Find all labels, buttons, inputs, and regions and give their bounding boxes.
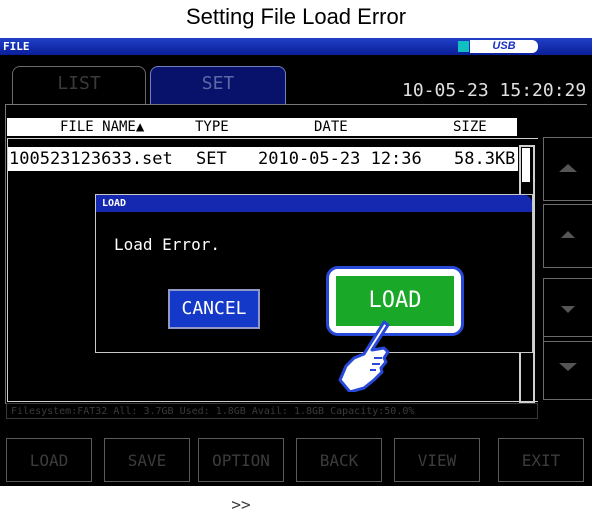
usb-icon (458, 41, 469, 52)
cancel-button[interactable]: CANCEL (168, 289, 260, 329)
scroll-up-button[interactable] (543, 204, 592, 268)
column-type[interactable]: TYPE (195, 118, 229, 136)
file-type-cell: SET (196, 149, 227, 169)
page-up-button[interactable] (543, 137, 592, 201)
file-date-cell: 2010-05-23 12:36 (258, 149, 422, 169)
file-size-cell: 58.3KB (454, 149, 516, 169)
tab-set[interactable]: SET (150, 66, 286, 105)
file-name-cell: 100523123633.set (9, 149, 173, 169)
footer-save-button[interactable]: SAVE (104, 438, 190, 482)
filesystem-status: Filesystem:FAT32 All: 3.7GB Used: 1.8GB … (6, 403, 538, 419)
footer-load-button[interactable]: LOAD (6, 438, 92, 482)
double-down-icon (559, 363, 577, 371)
footer-option-button[interactable]: OPTION >> (198, 438, 284, 514)
column-file-name[interactable]: FILE NAME▲ (60, 118, 144, 136)
file-row[interactable]: 100523123633.set SET 2010-05-23 12:36 58… (8, 147, 518, 171)
page-down-button[interactable] (543, 336, 592, 400)
down-icon (561, 306, 575, 313)
footer-back-button[interactable]: BACK (296, 438, 382, 482)
usb-label: USB (470, 40, 538, 53)
column-date[interactable]: DATE (314, 118, 348, 136)
title-bar: FILE USB (0, 38, 592, 55)
dialog-title: LOAD (102, 198, 127, 209)
dialog-message: Load Error. (114, 235, 220, 254)
scroll-down-button[interactable] (543, 278, 592, 342)
scrollbar-thumb[interactable] (522, 148, 530, 182)
double-up-icon (559, 164, 577, 172)
clock: 10-05-23 15:20:29 (402, 80, 587, 101)
tab-list[interactable]: LIST (12, 66, 146, 105)
panel-left-border (5, 104, 6, 404)
tab-divider (5, 104, 587, 105)
up-icon (561, 231, 575, 238)
dialog-title-bar: LOAD (96, 195, 532, 212)
hand-pointer-icon (338, 320, 390, 392)
load-dialog: LOAD Load Error. CANCEL LOAD (95, 194, 533, 353)
column-size[interactable]: SIZE (453, 118, 487, 136)
usb-indicator: USB (458, 40, 540, 53)
footer-exit-button[interactable]: EXIT (498, 438, 584, 482)
page-caption: Setting File Load Error (185, 4, 407, 29)
file-list-header: FILE NAME▲ TYPE DATE SIZE (7, 118, 517, 136)
footer-view-button[interactable]: VIEW (394, 438, 480, 482)
title-bar-label: FILE (3, 40, 30, 53)
